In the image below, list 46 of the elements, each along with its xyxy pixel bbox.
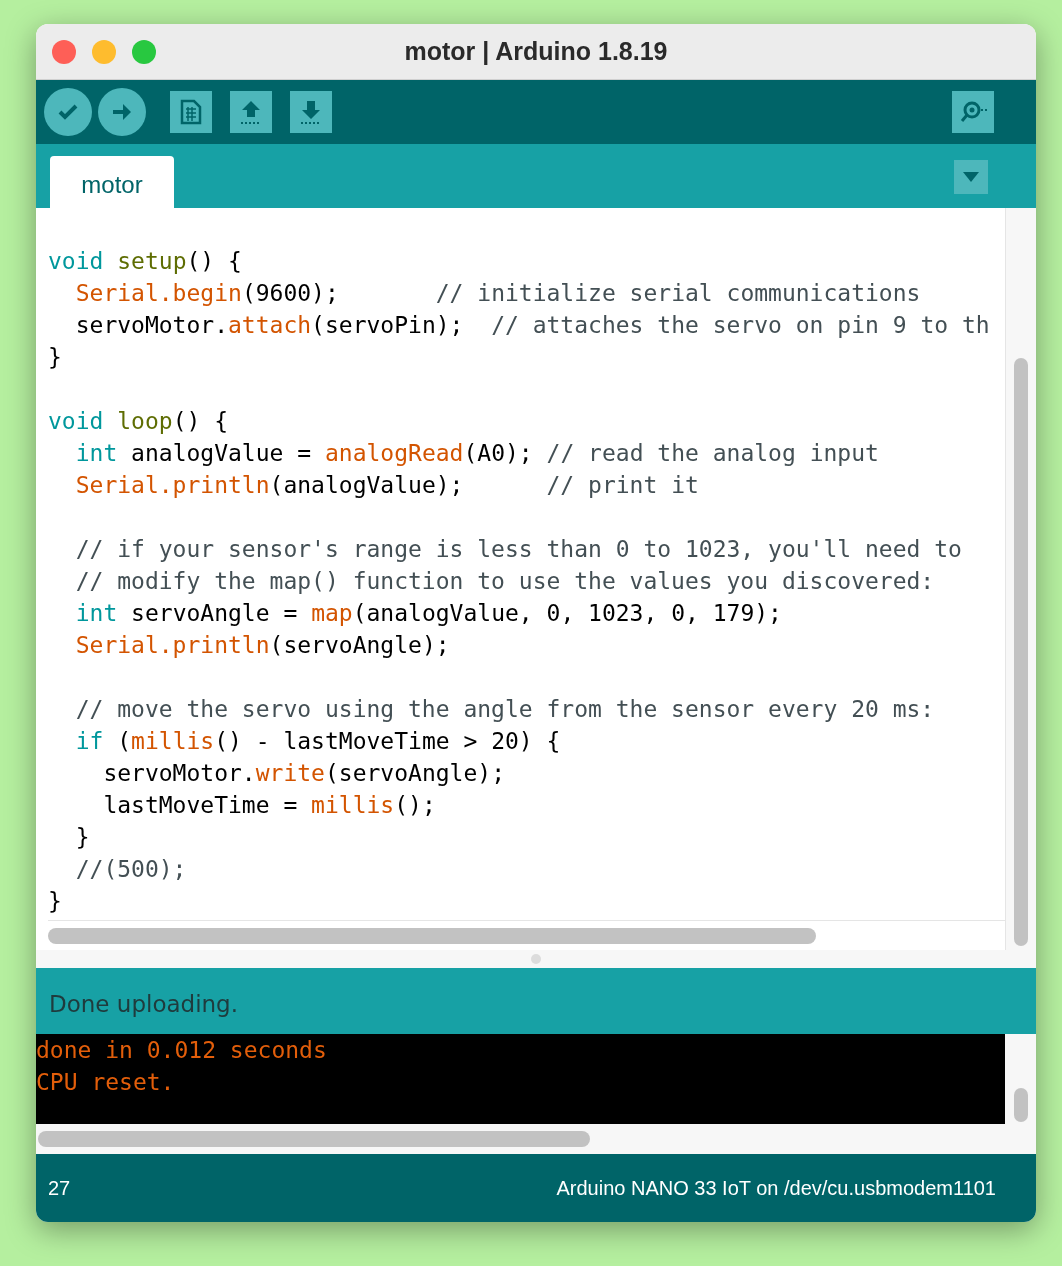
close-button[interactable] bbox=[52, 40, 76, 64]
code-line: } bbox=[74, 823, 90, 852]
console-line: CPU reset. bbox=[36, 1068, 175, 1097]
splitter-handle-icon bbox=[531, 954, 541, 964]
code-line: } bbox=[48, 343, 62, 372]
right-arrow-icon bbox=[111, 101, 133, 123]
console-line: done in 0.012 seconds bbox=[36, 1036, 327, 1065]
window-title: motor | Arduino 1.8.19 bbox=[404, 35, 668, 67]
code-line: Serial.begin(9600); // initialize serial communications bbox=[74, 279, 921, 308]
code-line: //(500); bbox=[74, 855, 187, 884]
code-line: lastMoveTime = millis(); bbox=[102, 791, 436, 820]
status-message: Done uploading. bbox=[49, 989, 239, 1019]
code-line: // modify the map() function to use the values you discovered: bbox=[74, 567, 935, 596]
code-editor[interactable] bbox=[36, 208, 1005, 950]
code-line: servoMotor.attach(servoPin); // attaches the servo on pin 9 to th bbox=[74, 311, 990, 340]
verify-button[interactable] bbox=[44, 88, 92, 136]
code-line: int analogValue = analogRead(A0); // read the analog input bbox=[74, 439, 879, 468]
open-button[interactable] bbox=[230, 91, 272, 133]
code-line: } bbox=[48, 887, 62, 916]
horizontal-scrollbar-thumb[interactable] bbox=[38, 1131, 590, 1147]
tab-menu-button[interactable] bbox=[954, 160, 988, 194]
up-arrow-icon bbox=[239, 99, 263, 125]
code-line: void loop() { bbox=[48, 407, 229, 436]
board-port-label: Arduino NANO 33 IoT on /dev/cu.usbmodem1101 bbox=[556, 1176, 996, 1201]
code-line: void setup() { bbox=[48, 247, 242, 276]
code-line: // move the servo using the angle from the sensor every 20 ms: bbox=[74, 695, 935, 724]
code-line: // if your sensor's range is less than 0 to 1023, you'll need to bbox=[74, 535, 962, 564]
code-line: Serial.println(analogValue); // print it bbox=[74, 471, 699, 500]
vertical-scrollbar-thumb[interactable] bbox=[1014, 358, 1028, 946]
horizontal-scrollbar-thumb[interactable] bbox=[48, 927, 816, 944]
zoom-button[interactable] bbox=[132, 40, 156, 64]
sketch-tab[interactable]: motor bbox=[50, 156, 174, 208]
magnifier-icon bbox=[958, 99, 988, 125]
vertical-scrollbar-thumb[interactable] bbox=[1013, 1088, 1028, 1122]
upload-button[interactable] bbox=[98, 88, 146, 136]
code-line: int servoAngle = map(analogValue, 0, 1023, 0, 179); bbox=[74, 599, 782, 628]
caret-icon bbox=[963, 172, 979, 182]
code-line: Serial.println(servoAngle); bbox=[74, 631, 450, 660]
serial-monitor-button[interactable] bbox=[952, 91, 994, 133]
code-line: servoMotor.write(servoAngle); bbox=[102, 759, 505, 788]
line-number: 27 bbox=[48, 1176, 71, 1201]
code-line: if (millis() - lastMoveTime > 20) { bbox=[74, 727, 561, 756]
document-icon bbox=[180, 99, 202, 125]
save-button[interactable] bbox=[290, 91, 332, 133]
down-arrow-icon bbox=[299, 99, 323, 125]
new-sketch-button[interactable] bbox=[170, 91, 212, 133]
